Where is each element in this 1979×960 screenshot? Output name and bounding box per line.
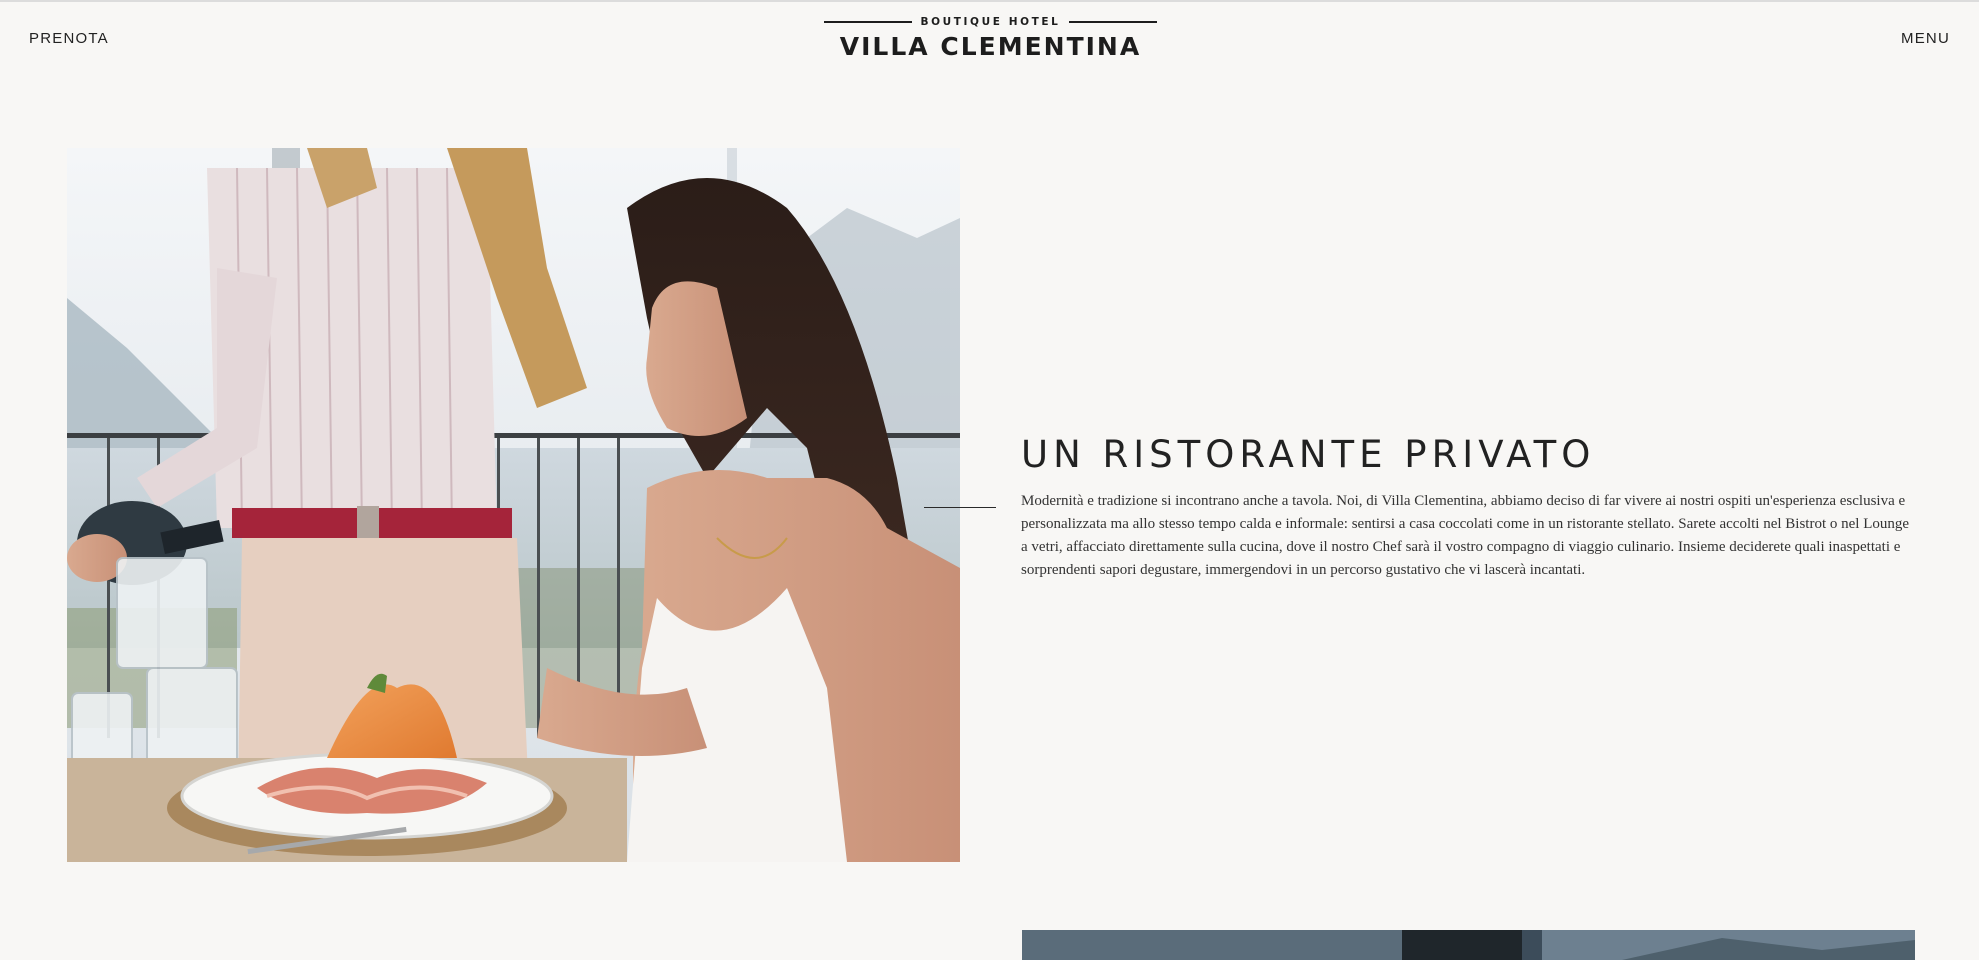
logo-title: VILLA CLEMENTINA	[839, 32, 1142, 61]
connector-line	[924, 507, 996, 508]
site-header: PRENOTA BOUTIQUE HOTEL VILLA CLEMENTINA …	[0, 0, 1979, 80]
restaurant-photo	[67, 148, 960, 862]
section-title: UN RISTORANTE PRIVATO	[1021, 433, 1596, 476]
menu-link[interactable]: MENU	[1901, 30, 1950, 47]
logo-rule-left	[824, 21, 912, 23]
prenota-link[interactable]: PRENOTA	[29, 30, 109, 47]
next-section-photo	[1022, 930, 1915, 960]
logo-subtitle: BOUTIQUE HOTEL	[920, 16, 1061, 28]
section-body: Modernità e tradizione si incontrano anc…	[1021, 493, 1910, 578]
logo-top-row: BOUTIQUE HOTEL	[824, 14, 1158, 30]
logo[interactable]: BOUTIQUE HOTEL VILLA CLEMENTINA	[824, 14, 1158, 64]
logo-rule-right	[1069, 21, 1158, 23]
